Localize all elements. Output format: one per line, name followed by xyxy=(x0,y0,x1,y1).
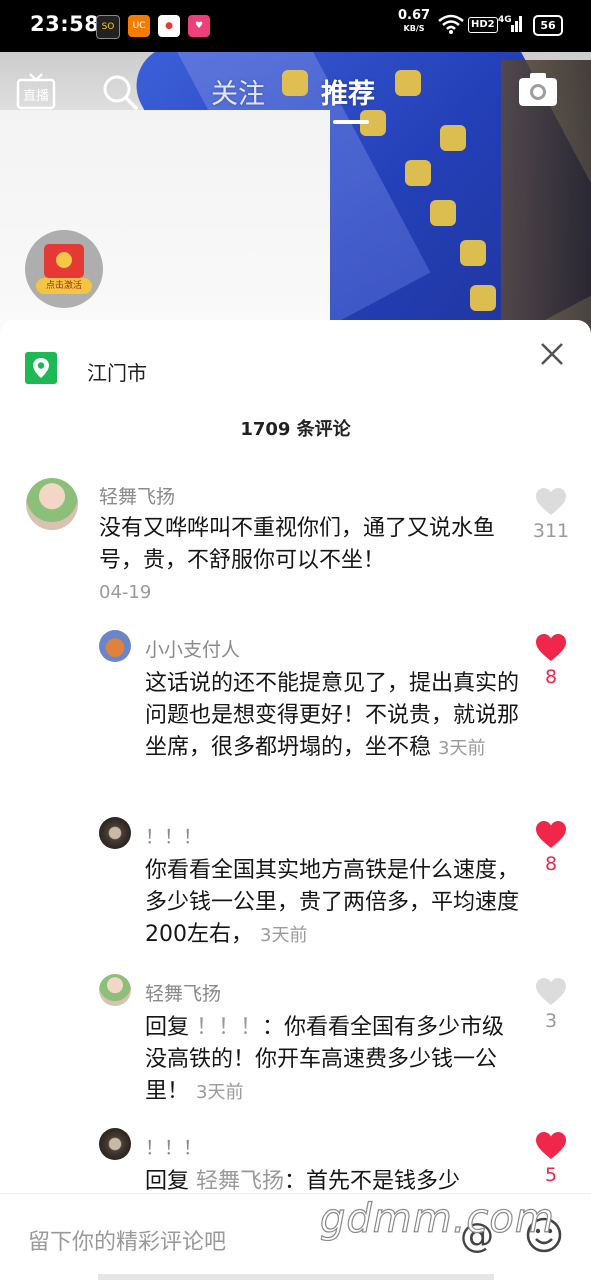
red-packet-label: 点击激活 xyxy=(36,278,92,294)
comments-sheet: 江门市 1709 条评论 轻舞飞扬 没有又哗哗叫不重视你们，通了又说水鱼号，贵，… xyxy=(0,320,591,1280)
so-app-icon: SO xyxy=(96,15,120,39)
comment-username[interactable]: ！！！ xyxy=(145,822,202,849)
like-count: 5 xyxy=(544,1164,558,1186)
avatar[interactable] xyxy=(26,478,78,530)
svg-text:直播: 直播 xyxy=(23,89,49,104)
comment-input-placeholder[interactable]: 留下你的精彩评论吧 xyxy=(28,1224,226,1256)
search-icon[interactable] xyxy=(101,73,139,111)
comment-time: 3天前 xyxy=(438,738,486,759)
tab-follow[interactable]: 关注 xyxy=(211,72,265,111)
svg-text:4G: 4G xyxy=(498,15,512,25)
reply-item: ！！！ 回复 轻舞飞扬：首先不是钱多少 5 xyxy=(0,1128,591,1198)
like-count: 8 xyxy=(544,853,558,875)
comment-time: 04-19 xyxy=(99,582,152,603)
like-count: 3 xyxy=(544,1010,558,1032)
location-label[interactable]: 江门市 xyxy=(87,357,147,386)
signal-icon: 4G xyxy=(498,15,522,32)
network-speed: 0.67 KB/S xyxy=(398,8,431,33)
avatar[interactable] xyxy=(99,630,131,662)
wifi-icon xyxy=(438,14,464,34)
battery-indicator: 56 xyxy=(533,15,563,36)
reply-target-username[interactable]: 轻舞飞扬 xyxy=(196,1169,284,1194)
close-icon[interactable] xyxy=(538,340,566,368)
reply-item: 小小支付人 这话说的还不能提意见了，提出真实的问题也是想变得更好！不说贵，就说那… xyxy=(0,628,591,798)
top-nav: 直播 关注 推荐 xyxy=(0,52,591,132)
location-icon[interactable] xyxy=(25,352,57,384)
comment-username[interactable]: 小小支付人 xyxy=(145,635,240,662)
comment-time: 3天前 xyxy=(260,925,308,946)
heart-icon[interactable] xyxy=(535,977,567,1007)
comment-time: 3天前 xyxy=(196,1082,244,1103)
avatar[interactable] xyxy=(99,817,131,849)
red-envelope-icon xyxy=(44,244,84,278)
keyboard-hint-bar xyxy=(98,1274,494,1280)
status-time: 23:58 xyxy=(30,12,100,36)
heart-icon[interactable] xyxy=(535,1131,567,1161)
comment-username[interactable]: 轻舞飞扬 xyxy=(145,979,221,1006)
heart-icon[interactable] xyxy=(535,820,567,850)
comment-text[interactable]: 没有又哗哗叫不重视你们，通了又说水鱼号，贵，不舒服你可以不坐！ xyxy=(99,513,519,577)
like-count: 8 xyxy=(544,666,558,688)
comment-item: 轻舞飞扬 没有又哗哗叫不重视你们，通了又说水鱼号，贵，不舒服你可以不坐！ 04-… xyxy=(0,475,591,615)
pink-app-icon: ♥ xyxy=(188,15,210,37)
reply-item: ！！！ 你看看全国其实地方高铁是什么速度，多少钱一公里，贵了两倍多，平均速度20… xyxy=(0,815,591,965)
comment-text[interactable]: 你看看全国其实地方高铁是什么速度，多少钱一公里，贵了两倍多，平均速度200左右，… xyxy=(145,855,520,952)
map-pin-app-icon: ● xyxy=(158,15,180,37)
status-bar: 23:58 SO UC ● ♥ 0.67 KB/S HD2 4G 56 xyxy=(0,0,591,52)
hd-voice-badge: HD2 xyxy=(468,17,498,33)
like-count: 311 xyxy=(532,520,570,542)
uc-browser-icon: UC xyxy=(128,15,150,37)
heart-icon[interactable] xyxy=(535,487,567,517)
comment-username[interactable]: ！！！ xyxy=(145,1133,202,1160)
camera-icon[interactable] xyxy=(517,70,559,108)
live-icon[interactable]: 直播 xyxy=(16,72,56,112)
active-tab-indicator xyxy=(333,120,369,124)
heart-icon[interactable] xyxy=(535,633,567,663)
avatar[interactable] xyxy=(99,974,131,1006)
red-packet-button[interactable]: 点击激活 xyxy=(25,230,103,308)
reply-item: 轻舞飞扬 回复 ！！！：你看看全国有多少市级没高铁的！你开车高速费多少钱一公里！… xyxy=(0,972,591,1122)
comment-text[interactable]: 这话说的还不能提意见了，提出真实的问题也是想变得更好！不说贵，就说那坐席，很多都… xyxy=(145,668,520,765)
comment-count: 1709 条评论 xyxy=(240,419,351,440)
reply-target-username[interactable]: ！！！ xyxy=(196,1015,262,1040)
comment-text[interactable]: 回复 ！！！：你看看全国有多少市级没高铁的！你开车高速费多少钱一公里！ 3天前 xyxy=(145,1012,520,1109)
watermark: gdmm.com xyxy=(319,1195,555,1242)
avatar[interactable] xyxy=(99,1128,131,1160)
comment-username[interactable]: 轻舞飞扬 xyxy=(99,482,175,509)
tab-recommend[interactable]: 推荐 xyxy=(321,72,375,111)
